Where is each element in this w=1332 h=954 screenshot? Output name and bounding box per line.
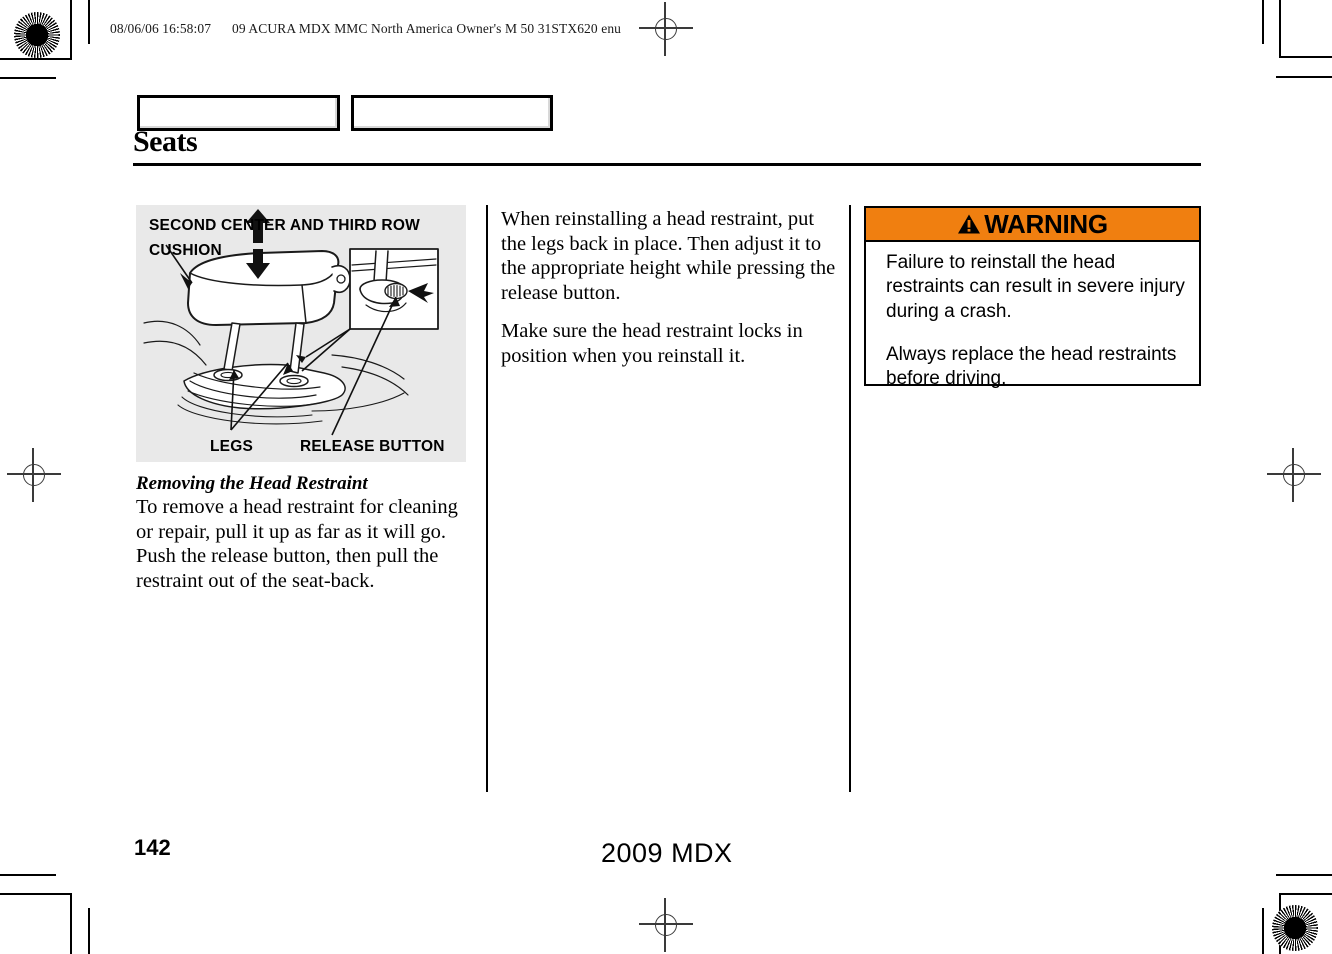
crop-mark-top-right-outer-horizontal xyxy=(1276,76,1332,78)
left-column-paragraph: To remove a head restraint for cleaning … xyxy=(136,496,458,592)
model-year-footer: 2009 MDX xyxy=(601,838,733,868)
left-column-heading: Removing the Head Restraint xyxy=(136,473,368,494)
registration-mark-left-center xyxy=(7,448,61,502)
warning-title: WARNING xyxy=(984,209,1108,239)
title-divider xyxy=(133,163,1201,166)
crop-mark-top-right-vertical xyxy=(1262,0,1264,44)
crop-mark-top-left-horizontal xyxy=(0,58,72,60)
print-header-job-info: 09 ACURA MDX MMC North America Owner's M… xyxy=(232,21,622,36)
figure-label-legs: LEGS xyxy=(210,438,254,455)
registration-mark-right-center xyxy=(1267,448,1321,502)
warning-paragraph-1: Failure to reinstall the head restraints… xyxy=(886,252,1185,322)
warning-triangle-icon xyxy=(958,214,981,234)
figure-head-restraint-diagram: SECOND CENTER AND THIRD ROW CUSHION LEGS… xyxy=(136,205,466,462)
crop-mark-bottom-left-inner-vertical xyxy=(70,893,72,954)
figure-label-cushion-line2: CUSHION xyxy=(149,242,222,259)
crop-mark-top-right-horizontal xyxy=(1279,56,1332,58)
crop-mark-bottom-left-outer-horizontal xyxy=(0,874,56,876)
crop-mark-top-left-vertical xyxy=(70,0,72,60)
page-title: Seats xyxy=(133,125,198,158)
middle-column-paragraph-2: Make sure the head restraint locks in po… xyxy=(501,320,803,367)
crop-mark-bottom-left-vertical xyxy=(88,908,90,954)
crop-mark-top-left-outer-vertical xyxy=(88,0,90,44)
figure-label-cushion-line1: SECOND CENTER AND THIRD ROW xyxy=(149,217,420,234)
crop-mark-bottom-left-horizontal xyxy=(0,893,72,895)
print-header-timestamp: 08/06/06 16:58:07 xyxy=(110,21,212,36)
column-divider-right xyxy=(849,205,851,792)
crop-mark-bottom-right-vertical xyxy=(1262,908,1264,954)
warning-paragraph-spacer xyxy=(886,324,1185,343)
middle-column-text: When reinstalling a head restraint, put … xyxy=(501,207,836,369)
crop-mark-bottom-right-outer-horizontal xyxy=(1276,874,1332,876)
registration-mark-top-center xyxy=(639,2,693,56)
warning-box: WARNING Failure to reinstall the head re… xyxy=(864,206,1201,389)
page-number: 142 xyxy=(134,835,171,860)
registration-starburst-bottom-right xyxy=(1272,905,1318,951)
figure-label-release-button: RELEASE BUTTON xyxy=(300,438,445,455)
warning-body: Failure to reinstall the head restraints… xyxy=(866,242,1199,404)
column-divider-left xyxy=(486,205,488,792)
crop-mark-top-right-inner-vertical xyxy=(1279,0,1281,58)
left-column-text: Removing the Head Restraint To remove a … xyxy=(136,472,474,594)
warning-paragraph-2: Always replace the head restraints befor… xyxy=(886,343,1177,390)
warning-header: WARNING xyxy=(866,208,1199,242)
registration-mark-bottom-center xyxy=(639,898,693,952)
middle-column-paragraph-1: When reinstalling a head restraint, put … xyxy=(501,208,836,304)
crop-mark-bottom-right-horizontal xyxy=(1279,893,1332,895)
nav-tab-box-2[interactable] xyxy=(351,95,553,131)
registration-starburst-top-left xyxy=(14,12,60,58)
crop-mark-top-left-outer-horizontal xyxy=(0,77,56,79)
